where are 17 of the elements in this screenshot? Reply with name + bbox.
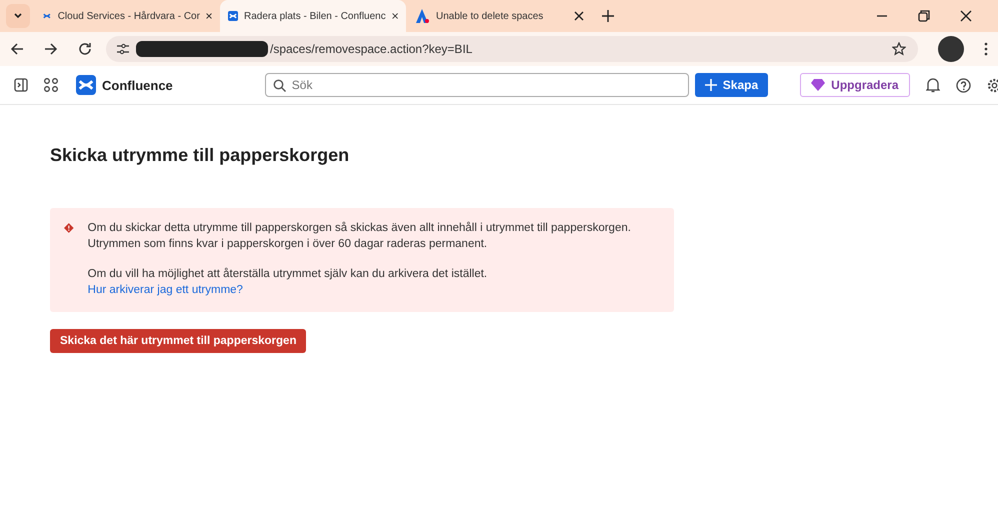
browser-tab[interactable]: Cloud Services - Hårdvara - Cor bbox=[34, 0, 220, 32]
help-link[interactable]: Hur arkiverar jag ett utrymme? bbox=[88, 284, 243, 296]
tab-title: Cloud Services - Hårdvara - Cor bbox=[58, 10, 200, 22]
browser-tab[interactable]: Unable to delete spaces bbox=[406, 0, 592, 32]
trash-space-button[interactable]: Skicka det här utrymmet till papperskorgen bbox=[50, 329, 306, 353]
tab-title: Unable to delete spaces bbox=[436, 10, 544, 22]
product-name[interactable]: Confluence bbox=[102, 78, 173, 92]
search-field[interactable]: Sök bbox=[264, 73, 689, 97]
browser-tab[interactable]: Radera plats - Bilen - Confluenc bbox=[220, 0, 406, 32]
page-title: Skicka utrymme till papperskorgen bbox=[50, 145, 350, 166]
upgrade-button[interactable]: Uppgradera bbox=[800, 73, 910, 97]
address-bar[interactable]: /spaces/removespace.action?key=BIL bbox=[106, 36, 918, 62]
url-text: /spaces/removespace.action?key=BIL bbox=[270, 42, 472, 56]
warning-text: Om du vill ha möjlighet att återställa utrymmet själv kan du arkivera det istället. bbox=[88, 266, 488, 282]
create-button[interactable]: Skapa bbox=[694, 73, 768, 97]
tab-title: Radera plats - Bilen - Confluenc bbox=[244, 10, 386, 22]
warning-text: Om du skickar detta utrymme till papperskorgen så skickas även allt innehåll i utrymmet till papperskorgen. Utrymmen som finns kvar i papperskorgen i över 60 dagar raderas permanent. bbox=[88, 220, 632, 252]
